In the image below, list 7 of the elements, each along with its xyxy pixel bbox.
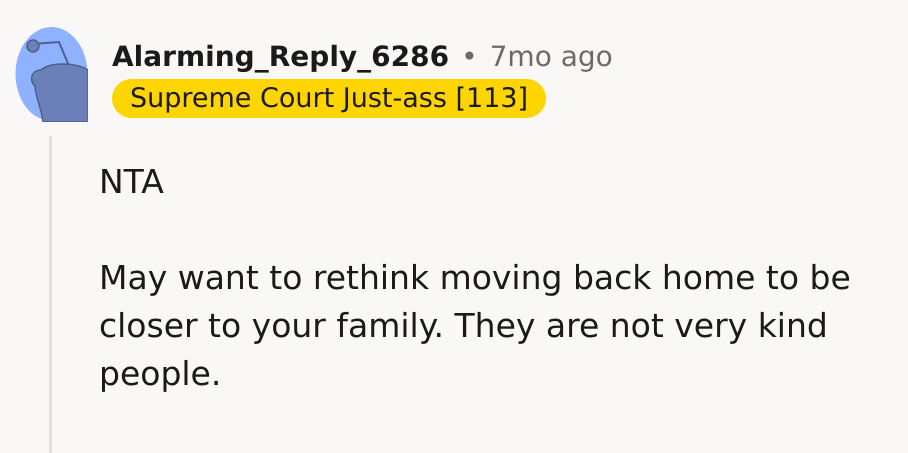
user-flair: Supreme Court Just-ass [113] xyxy=(112,79,546,118)
username[interactable]: Alarming_Reply_6286 xyxy=(112,40,450,73)
comment-text: NTA xyxy=(99,161,165,203)
avatar-icon xyxy=(15,26,88,122)
comment-text: May want to rethink moving back home to be closer to your family. They are not very kind people. xyxy=(99,257,852,395)
separator-dot: • xyxy=(461,40,478,73)
timestamp: 7mo ago xyxy=(490,40,613,73)
